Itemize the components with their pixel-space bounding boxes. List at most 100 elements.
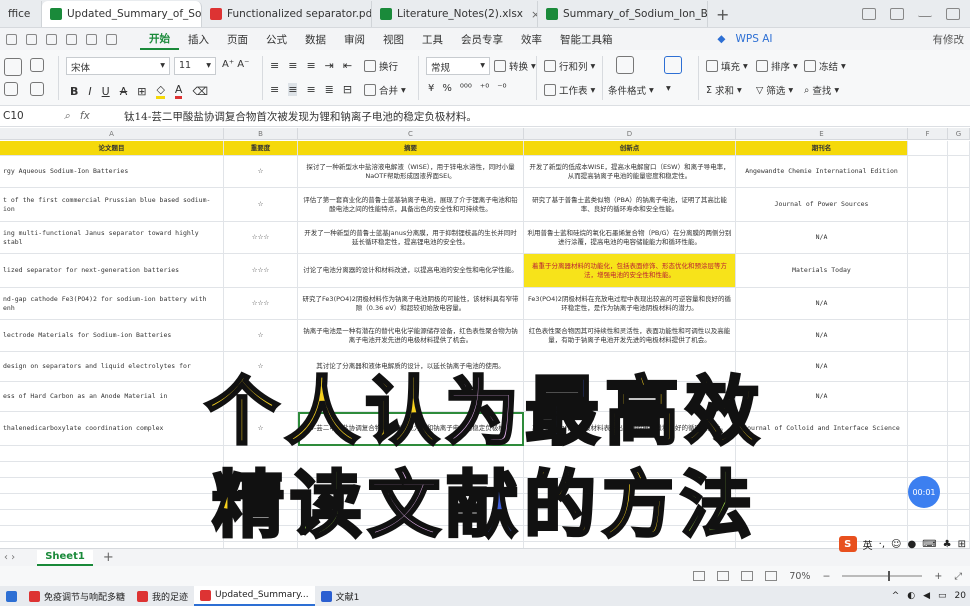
- empty-cell[interactable]: [948, 188, 970, 222]
- column-header[interactable]: B: [224, 128, 298, 140]
- currency-icon[interactable]: ¥: [428, 83, 434, 94]
- align-right-icon[interactable]: ≡: [306, 83, 315, 96]
- sum-button[interactable]: Σ 求和 ▾: [706, 83, 742, 98]
- column-header[interactable]: E: [736, 128, 908, 140]
- menu-tab[interactable]: 智能工具箱: [551, 28, 622, 50]
- bold-icon[interactable]: B: [70, 85, 78, 98]
- innovation-cell[interactable]: 研究了基于普鲁士蓝类似物（PBA）的钠离子电池，证明了其高比能率、良好的循环寿命…: [524, 188, 736, 222]
- empty-cell[interactable]: [948, 141, 970, 156]
- title-cell[interactable]: rgy Aqueous Sodium-Ion Batteries: [0, 156, 224, 188]
- summary-cell[interactable]: 讨论了电池分离器的设计和材料改进，以提高电池的安全性和电化学性能。: [298, 254, 524, 288]
- empty-cell[interactable]: [908, 288, 948, 320]
- menu-tab[interactable]: 开始: [140, 28, 179, 50]
- importance-cell[interactable]: ☆: [224, 188, 298, 222]
- format-painter-icon[interactable]: [30, 82, 44, 96]
- column-header[interactable]: D: [524, 128, 736, 140]
- merge-button[interactable]: 合并 ▾: [364, 83, 406, 97]
- menu-grid-icon[interactable]: ⊞: [958, 539, 966, 550]
- align-middle-icon[interactable]: ≡: [288, 59, 297, 72]
- journal-cell[interactable]: N/A: [736, 222, 908, 254]
- font-size-select[interactable]: 11 ▾: [174, 57, 216, 75]
- column-header[interactable]: C: [298, 128, 524, 140]
- open-icon[interactable]: [26, 33, 37, 45]
- close-icon[interactable]: ×: [531, 8, 537, 21]
- view-page-icon[interactable]: [741, 571, 754, 581]
- journal-cell[interactable]: Materials Today: [736, 254, 908, 288]
- menu-tab[interactable]: 数据: [296, 28, 335, 50]
- sheet-nav-icon[interactable]: ‹ ›: [4, 552, 15, 563]
- menu-tab[interactable]: 视图: [374, 28, 413, 50]
- maximize-icon[interactable]: [946, 8, 960, 20]
- column-header[interactable]: G: [948, 128, 970, 140]
- menu-tab[interactable]: 公式: [257, 28, 296, 50]
- view-layout-icon[interactable]: [717, 571, 730, 581]
- emoji-icon[interactable]: ☺: [891, 539, 901, 550]
- justify-icon[interactable]: ≣: [325, 83, 334, 96]
- thousands-icon[interactable]: ⁰⁰⁰: [460, 83, 472, 94]
- journal-cell[interactable]: N/A: [736, 288, 908, 320]
- column-header[interactable]: A: [0, 128, 224, 140]
- battery-icon[interactable]: ▭: [938, 591, 947, 601]
- empty-cell[interactable]: [948, 254, 970, 288]
- innovation-cell[interactable]: Fe3(PO4)2阴极材料在充放电过程中表现出较高的可逆容量和良好的循环稳定性，…: [524, 288, 736, 320]
- browser-tab[interactable]: Literature_Notes(2).xlsx ×: [372, 1, 538, 27]
- sort-button[interactable]: 排序 ▾: [756, 59, 798, 73]
- journal-cell[interactable]: N/A: [736, 320, 908, 352]
- browser-tab[interactable]: Updated_Summary_of_Sodium×: [42, 1, 202, 27]
- cut-icon[interactable]: [30, 58, 44, 72]
- wrap-button[interactable]: 换行: [364, 59, 398, 73]
- border-icon[interactable]: ⊞: [137, 85, 146, 98]
- cond-format-icon[interactable]: [616, 56, 634, 74]
- add-sheet-button[interactable]: +: [103, 550, 114, 565]
- worksheet-button[interactable]: 工作表 ▾: [544, 83, 595, 97]
- taskbar-item[interactable]: 文献1: [315, 586, 366, 606]
- punctuation-icon[interactable]: ·,: [879, 539, 885, 550]
- network-icon[interactable]: ◐: [907, 591, 915, 601]
- fullscreen-icon[interactable]: ⤢: [954, 571, 962, 582]
- header-cell[interactable]: 论文题目: [0, 141, 224, 156]
- journal-cell[interactable]: Journal of Power Sources: [736, 188, 908, 222]
- summary-cell[interactable]: 钠离子电池是一种有潜在的替代电化学能源储存设备，红色表性聚合物为钠离子电池开发先…: [298, 320, 524, 352]
- align-top-icon[interactable]: ≡: [270, 59, 279, 72]
- browser-tab[interactable]: Functionalized separator.pdf×: [202, 1, 372, 27]
- summary-cell[interactable]: 探讨了一种新型水中盐溶液电解液（WISE），用于锌电水溶性，同时小量NaOTF帮…: [298, 156, 524, 188]
- taskbar-item[interactable]: 免疫调节与响配多糖: [23, 586, 131, 606]
- undo-icon[interactable]: [86, 33, 97, 45]
- header-cell[interactable]: 重要度: [224, 141, 298, 156]
- fx-icon[interactable]: fx: [80, 110, 90, 123]
- strikethrough-icon[interactable]: A: [120, 85, 128, 98]
- fill-color-icon[interactable]: ◇: [156, 83, 165, 99]
- summary-cell[interactable]: 评估了第一套商业化的普鲁士蓝基钠离子电池，展现了介于锂离子电池和铅酸电池之间的性…: [298, 188, 524, 222]
- zoom-icon[interactable]: ⌕: [64, 110, 70, 123]
- innovation-cell[interactable]: 开发了新型的低成本WISE，提高水电解窗口（ESW）和离子导电率，从而提高钠离子…: [524, 156, 736, 188]
- header-cell[interactable]: 摘要: [298, 141, 524, 156]
- italic-icon[interactable]: I: [88, 85, 91, 98]
- taskbar-item[interactable]: Updated_Summary...: [194, 586, 315, 606]
- mic-icon[interactable]: ●: [907, 539, 916, 550]
- align-left-icon[interactable]: ≡: [270, 83, 279, 96]
- convert-button[interactable]: 转换 ▾: [494, 59, 536, 73]
- outdent-icon[interactable]: ⇤: [343, 59, 352, 72]
- browser-tab[interactable]: ffice: [0, 1, 42, 27]
- column-header[interactable]: F: [908, 128, 948, 140]
- font-color-icon[interactable]: A: [174, 83, 183, 99]
- skin-icon[interactable]: ♣: [943, 539, 952, 550]
- taskbar-item[interactable]: 我的足迹: [131, 586, 194, 606]
- zoom-level[interactable]: 70%: [789, 571, 810, 582]
- row-col-button[interactable]: 行和列 ▾: [544, 59, 595, 73]
- zoom-slider[interactable]: [842, 571, 923, 581]
- menu-icon[interactable]: [6, 33, 17, 45]
- font-family-select[interactable]: 宋体 ▾: [66, 57, 170, 75]
- innovation-cell[interactable]: 着重于分离器材料的功能化，包括表面修饰、形态优化和预涂层等方法，增强电池的安全性…: [524, 254, 736, 288]
- formula-input[interactable]: 钛14-芸二甲酸盐协调复合物首次被发现为锂和钠离子电池的稳定负极材料。: [124, 109, 477, 124]
- importance-cell[interactable]: ☆☆☆: [224, 222, 298, 254]
- distribute-icon[interactable]: ⊟: [343, 83, 352, 96]
- view-read-icon[interactable]: [765, 571, 778, 581]
- empty-cell[interactable]: [908, 320, 948, 352]
- layout-icon[interactable]: [862, 8, 876, 20]
- empty-cell[interactable]: [948, 288, 970, 320]
- print-icon[interactable]: [46, 33, 57, 45]
- increase-decimal-icon[interactable]: ⁺⁰: [480, 83, 489, 94]
- innovation-cell[interactable]: 红色表性聚合物因其可持续性和灵活性，表面功能性和可调性以及高能量，有助于钠离子电…: [524, 320, 736, 352]
- empty-cell[interactable]: [908, 188, 948, 222]
